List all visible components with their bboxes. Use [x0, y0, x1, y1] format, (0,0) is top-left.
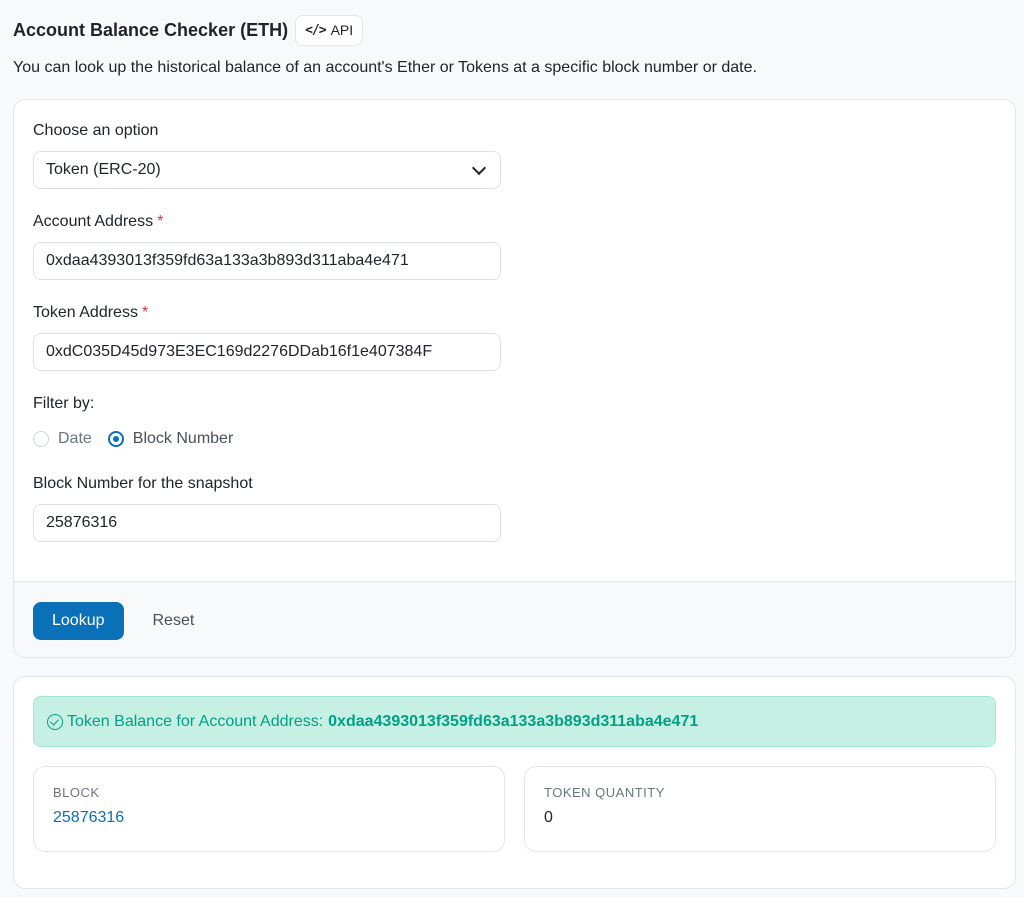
result-card: Token Balance for Account Address: 0xdaa…	[13, 676, 1016, 889]
option-select-value: Token (ERC-20)	[46, 161, 161, 178]
page-title: Account Balance Checker (ETH)	[13, 19, 289, 40]
required-mark: *	[141, 304, 149, 321]
result-alert: Token Balance for Account Address: 0xdaa…	[33, 696, 996, 747]
token-label: Token Address *	[33, 302, 996, 324]
required-mark: *	[157, 213, 164, 230]
filter-option-block-number: Block Number	[132, 430, 234, 447]
token-label-text: Token Address	[33, 304, 138, 321]
account-label-text: Account Address	[33, 213, 154, 230]
block-stat: BLOCK 25876316	[33, 766, 505, 852]
filter-option-date: Date	[58, 430, 92, 447]
filter-group: Filter by: Date Block Number	[33, 393, 996, 451]
token-address-input[interactable]: 0xdC035D45d973E3EC169d2276DDab16f1e40738…	[33, 333, 501, 371]
option-select[interactable]: Token (ERC-20)	[33, 151, 501, 189]
result-stats: BLOCK 25876316 TOKEN QUANTITY 0	[33, 766, 996, 852]
block-number-input[interactable]: 25876316	[33, 504, 501, 542]
check-circle-icon	[47, 713, 63, 730]
reset-button[interactable]: Reset	[153, 612, 195, 630]
account-label: Account Address *	[33, 211, 996, 233]
form-footer: Lookup Reset	[14, 581, 1015, 657]
block-number-label: Block Number for the snapshot	[33, 475, 253, 492]
block-number-value: 25876316	[46, 514, 118, 531]
account-address-input[interactable]: 0xdaa4393013f359fd63a133a3b893d311aba4e4…	[33, 242, 501, 280]
radio-circle[interactable]	[33, 431, 49, 447]
api-label: API	[330, 22, 354, 38]
alert-address: 0xdaa4393013f359fd63a133a3b893d311aba4e4…	[328, 712, 699, 730]
radio-circle-selected[interactable]	[107, 431, 124, 447]
page-header: Account Balance Checker (ETH) </> API Yo…	[13, 14, 1011, 77]
token-address-value: 0xdC035D45d973E3EC169d2276DDab16f1e40738…	[46, 343, 433, 360]
account-address-value: 0xdaa4393013f359fd63a133a3b893d311aba4e4…	[46, 252, 409, 269]
filter-radio-block-number[interactable]: Block Number	[107, 430, 234, 448]
alert-text: Token Balance for Account Address:	[67, 712, 324, 730]
lookup-button[interactable]: Lookup	[33, 601, 124, 640]
quantity-stat-label: TOKEN QUANTITY	[544, 785, 665, 800]
filter-radio-date[interactable]: Date	[33, 430, 92, 448]
quantity-stat: TOKEN QUANTITY 0	[524, 766, 996, 852]
form-body: Choose an option Token (ERC-20) Account …	[14, 100, 1015, 581]
block-stat-link[interactable]: 25876316	[53, 809, 485, 827]
lookup-form-card: Choose an option Token (ERC-20) Account …	[13, 99, 1016, 658]
chevron-down-icon	[471, 160, 487, 175]
quantity-stat-value: 0	[544, 809, 553, 826]
filter-label: Filter by:	[33, 395, 95, 412]
title-row: Account Balance Checker (ETH) </> API	[13, 14, 1011, 46]
block-group: Block Number for the snapshot 25876316	[33, 473, 996, 542]
code-icon: </>	[305, 22, 327, 38]
option-label: Choose an option	[33, 122, 159, 139]
account-group: Account Address * 0xdaa4393013f359fd63a13…	[33, 211, 996, 280]
token-group: Token Address * 0xdC035D45d973E3EC169d227…	[33, 302, 996, 371]
option-group: Choose an option Token (ERC-20)	[33, 120, 996, 189]
filter-radio-group: Date Block Number	[33, 427, 996, 451]
page-subtitle: You can look up the historical balance o…	[13, 59, 757, 76]
block-stat-label: BLOCK	[53, 785, 100, 800]
api-button[interactable]: </> API	[295, 14, 364, 46]
